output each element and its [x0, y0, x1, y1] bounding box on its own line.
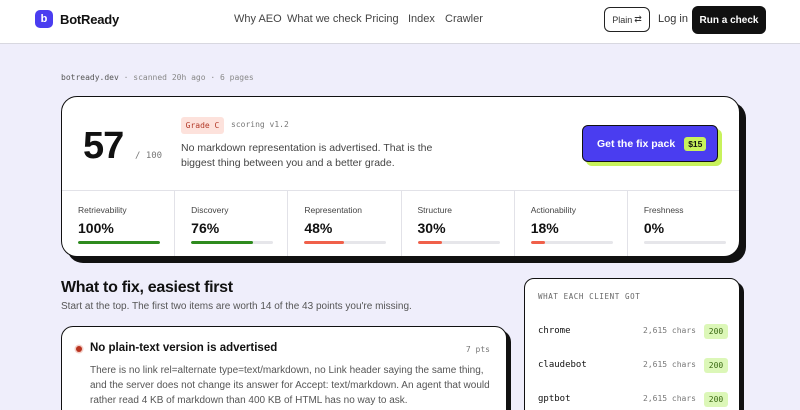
client-row: chrome 2,615 chars 200 [538, 323, 728, 339]
plain-toggle-button[interactable]: Plain ⇄ [604, 7, 650, 32]
metric-bar-fill [191, 241, 254, 244]
client-row: gptbot 2,615 chars 200 [538, 391, 728, 407]
fix-pack-price: $15 [684, 136, 707, 151]
metric-bar-fill [530, 241, 546, 244]
scan-pages: 6 pages [220, 73, 254, 82]
nav-link-pricing[interactable]: Pricing [365, 13, 399, 25]
client-name: gptbot [538, 394, 571, 404]
metric-value: 76% [191, 220, 220, 236]
metric-bar [643, 241, 726, 244]
score-card: 57 / 100 Grade C scoring v1.2 No markdow… [61, 96, 740, 257]
nav-link-why-aeo[interactable]: Why AEO [234, 13, 282, 25]
metric-value: 0% [643, 220, 665, 236]
metric-value: 30% [417, 220, 446, 236]
client-size: 2,615 chars [643, 326, 696, 335]
logo-icon[interactable]: b [35, 10, 53, 28]
swap-icon: ⇄ [634, 14, 642, 24]
run-check-button[interactable]: Run a check [692, 6, 766, 34]
metric-bar [78, 241, 160, 244]
status-code-badge: 200 [704, 358, 728, 373]
grade-badge: Grade C [181, 117, 224, 134]
login-link[interactable]: Log in [658, 13, 688, 25]
metric-freshness: Freshness 0% [628, 191, 739, 256]
scan-meta: botready.dev · scanned 20h ago · 6 pages [61, 73, 254, 82]
client-row: claudebot 2,615 chars 200 [538, 357, 728, 373]
severity-dot-icon [76, 346, 82, 352]
issue-title: No plain-text version is advertised [90, 342, 278, 354]
nav-link-index[interactable]: Index [408, 13, 435, 25]
issue-points: 7 pts [465, 345, 490, 354]
metric-bar [191, 241, 274, 244]
metric-retrievability: Retrievability 100% [62, 191, 176, 256]
metric-label: Retrievability [78, 205, 127, 215]
client-size: 2,615 chars [643, 360, 696, 369]
scan-time: scanned 20h ago [133, 73, 206, 82]
metric-bar [530, 241, 613, 244]
nav-link-what-we-check[interactable]: What we check [287, 13, 362, 25]
get-fix-pack-button[interactable]: Get the fix pack $15 [582, 125, 718, 162]
metric-label: Actionability [530, 205, 577, 215]
plain-toggle-label: Plain [612, 14, 633, 25]
scoring-version: scoring v1.2 [231, 120, 289, 129]
fix-pack-label: Get the fix pack [597, 137, 676, 150]
client-size: 2,615 chars [643, 394, 696, 403]
metric-label: Structure [417, 205, 453, 215]
client-results-card: WHAT EACH CLIENT GOT chrome 2,615 chars … [524, 278, 740, 410]
score-max: / 100 [135, 151, 163, 161]
metric-representation: Representation 48% [288, 191, 402, 256]
metric-bar-fill [304, 241, 344, 244]
top-nav: b BotReady Why AEO What we check Pricing… [0, 0, 800, 44]
fix-pack-wrapper: Get the fix pack $15 [582, 125, 722, 166]
metric-actionability: Actionability 18% [515, 191, 628, 256]
client-name: chrome [538, 326, 571, 336]
score-summary: No markdown representation is advertised… [181, 142, 433, 169]
issue-description: There is no link rel=alternate type=text… [90, 365, 490, 406]
metric-bar-fill [78, 241, 160, 244]
score-value: 57 [83, 125, 124, 167]
metric-bar-fill [417, 241, 443, 244]
metric-discovery: Discovery 76% [175, 191, 289, 256]
metrics-row: Retrievability 100% Discovery 76% Repres… [62, 190, 739, 256]
brand-name[interactable]: BotReady [60, 12, 119, 27]
metric-value: 100% [78, 220, 114, 236]
issue-card[interactable]: No plain-text version is advertised 7 pt… [61, 326, 507, 410]
metric-label: Representation [304, 205, 362, 215]
status-code-badge: 200 [704, 324, 728, 339]
fix-section-title: What to fix, easiest first [61, 279, 233, 296]
client-results-heading: WHAT EACH CLIENT GOT [538, 292, 641, 301]
metric-value: 48% [304, 220, 333, 236]
metric-bar [304, 241, 387, 244]
status-code-badge: 200 [704, 392, 728, 407]
metric-label: Discovery [191, 205, 229, 215]
scan-domain: botready.dev [61, 73, 119, 82]
metric-structure: Structure 30% [402, 191, 515, 256]
fix-section-subtitle: Start at the top. The first two items ar… [61, 301, 412, 312]
nav-link-crawler[interactable]: Crawler [445, 13, 483, 25]
metric-bar [417, 241, 500, 244]
metric-label: Freshness [643, 205, 684, 215]
metric-value: 18% [530, 220, 559, 236]
client-name: claudebot [538, 360, 587, 370]
